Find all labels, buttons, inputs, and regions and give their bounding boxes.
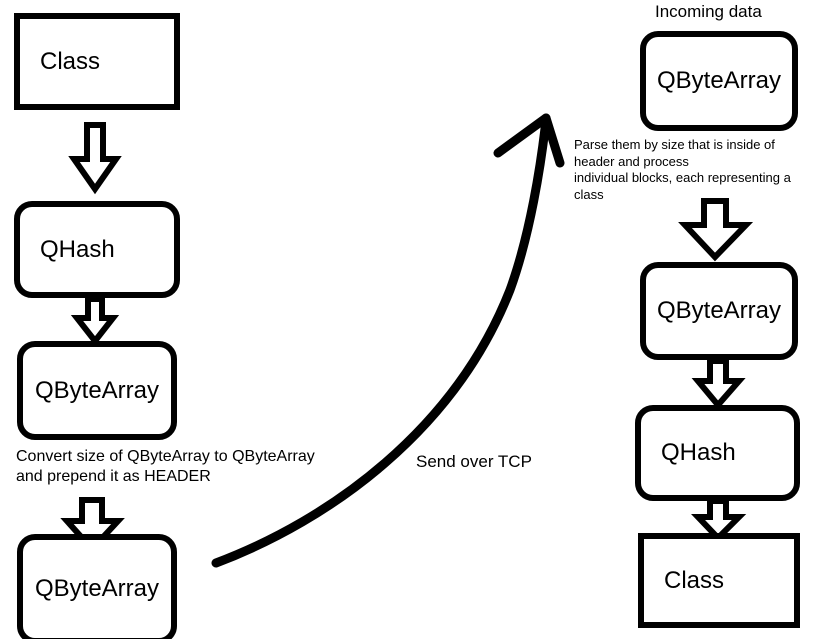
- right-caption-parse-note: Parse them by size that is inside of hea…: [574, 137, 791, 202]
- right-node-qbytearray-2: QByteArray: [640, 262, 798, 360]
- right-arrow-qbytearray-to-qhash: [691, 358, 746, 410]
- right-node-qbytearray-1-label: QByteArray: [656, 67, 782, 94]
- incoming-data-title: Incoming data: [655, 2, 762, 21]
- right-node-class: Class: [638, 533, 800, 628]
- right-node-class-label: Class: [664, 566, 725, 594]
- right-node-qhash: QHash: [635, 405, 800, 501]
- diagram-canvas: Class QHash QByteArray Convert size of Q…: [0, 0, 834, 639]
- right-node-qhash-label: QHash: [661, 439, 736, 466]
- right-arrow-parse-blocks: [678, 198, 754, 262]
- right-node-qbytearray-1: QByteArray: [640, 31, 798, 131]
- right-node-qbytearray-2-label: QByteArray: [656, 297, 782, 324]
- send-over-tcp-label: Send over TCP: [416, 452, 532, 471]
